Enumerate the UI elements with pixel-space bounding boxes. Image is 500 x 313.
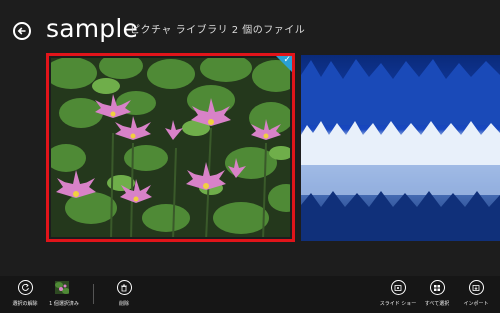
header: sample ピクチャ ライブラリ 2 個のファイル: [0, 0, 500, 50]
delete-label: 削除: [118, 301, 129, 307]
winter-forest-tile[interactable]: [301, 55, 500, 241]
app-bar-divider: [93, 284, 94, 304]
water-lily-tile[interactable]: ✓: [46, 53, 295, 242]
water-lily-image: [51, 58, 290, 237]
clear-selection-label: 選択の解除: [12, 301, 38, 307]
back-button[interactable]: [13, 22, 31, 40]
winter-forest-photo: [301, 55, 500, 241]
check-icon: ✓: [283, 55, 291, 65]
page-subtitle: ピクチャ ライブラリ 2 個のファイル: [130, 25, 306, 36]
app-bar: 選択の解除 1 個選択済み 削除 スライド ショー すべて選択 インポート: [0, 276, 500, 313]
slideshow-icon: [390, 280, 406, 295]
import-label: インポート: [463, 301, 489, 307]
select-all-icon: [429, 280, 445, 295]
selected-count-label: 1 個選択済み: [49, 301, 79, 307]
import-button[interactable]: インポート: [452, 280, 500, 308]
delete-button[interactable]: 削除: [100, 280, 148, 308]
clear-selection-button[interactable]: 選択の解除: [1, 280, 49, 308]
back-arrow-icon: [17, 27, 26, 35]
selected-thumbnail: [55, 280, 69, 294]
page-title: sample: [46, 14, 139, 43]
clear-selection-icon: [17, 280, 33, 295]
import-icon: [468, 280, 484, 295]
trash-icon: [116, 280, 132, 295]
file-grid: ✓: [46, 53, 500, 243]
water-lily-photo: [51, 58, 290, 237]
